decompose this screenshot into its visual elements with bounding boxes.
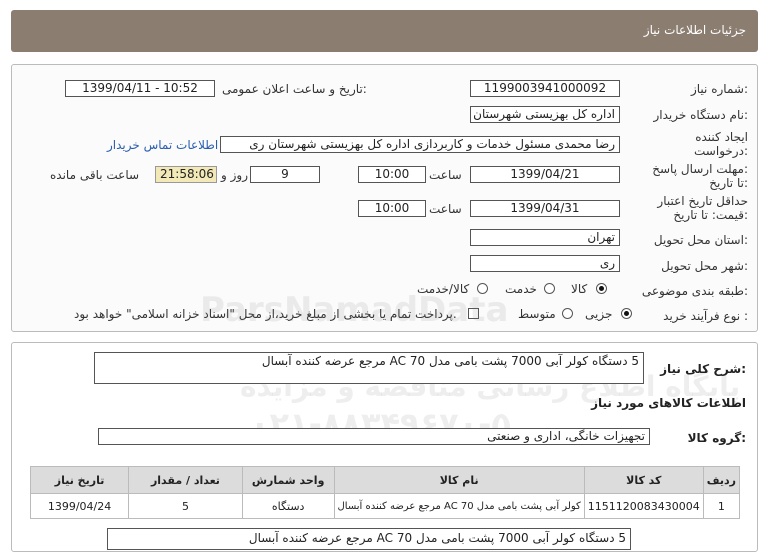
cell-qty: 5 <box>128 493 243 519</box>
col-code-header: کد کالا <box>583 466 704 494</box>
city-label: شهر محل تحویل: <box>661 259 748 273</box>
validity-date-field: 1399/04/31 <box>470 200 620 217</box>
category-goods-label: کالا <box>571 282 588 296</box>
process-medium-radio[interactable] <box>562 308 573 319</box>
goods-group-field: تجهیزات خانگی، اداری و صنعتی <box>98 428 650 445</box>
items-table: ردیف کد کالا نام کالا واحد شمارش تعداد /… <box>29 466 741 519</box>
col-qty-header: تعداد / مقدار <box>128 466 243 494</box>
reply-time-label: ساعت <box>429 168 462 182</box>
province-field: تهران <box>470 229 620 246</box>
process-label: نوع فرآیند خرید : <box>663 309 748 323</box>
page-header: جزئیات اطلاعات نیاز <box>11 10 758 52</box>
col-name-header: نام کالا <box>333 466 585 494</box>
creator-field: رضا محمدی مسئول خدمات و کاربردازی اداره … <box>220 136 620 153</box>
announce-label: تاریخ و ساعت اعلان عمومی: <box>222 82 367 96</box>
description-field: 5 دستگاه کولر آبی 7000 پشت بامی مدل AC 7… <box>94 352 644 384</box>
category-service-radio[interactable] <box>544 283 555 294</box>
category-goods-radio[interactable] <box>596 283 607 294</box>
category-label: طبقه بندی موضوعی: <box>641 284 748 298</box>
col-date-header: تاریخ نیاز <box>29 466 130 494</box>
need-number-label: شماره نیاز: <box>690 82 748 96</box>
process-partial-label: جزیی <box>585 307 613 321</box>
remaining-time-display: 21:58:06 <box>155 166 217 183</box>
remaining-time-label: ساعت باقی مانده <box>50 168 140 182</box>
reply-date-field: 1399/04/21 <box>470 166 620 183</box>
items-section-title: اطلاعات کالاهای مورد نیاز <box>591 396 746 410</box>
page-title: جزئیات اطلاعات نیاز <box>643 23 746 37</box>
validity-label-line2: قیمت: تا تاریخ: <box>673 208 748 222</box>
announce-field: 1399/04/11 - 10:52 <box>65 80 215 97</box>
cell-row: 1 <box>702 493 741 519</box>
buyer-contact-link[interactable]: اطلاعات تماس خریدار <box>107 138 218 152</box>
reply-deadline-label-line2: تا تاریخ: <box>709 176 748 190</box>
validity-label-line1: حداقل تاریخ اعتبار <box>657 194 748 208</box>
col-unit-header: واحد شمارش <box>241 466 335 494</box>
bottom-description-field: 5 دستگاه کولر آبی 7000 پشت بامی مدل AC 7… <box>107 528 631 550</box>
days-label: روز و <box>221 168 248 182</box>
reply-time-field: 10:00 <box>358 166 426 183</box>
need-number-field: 1199003941000092 <box>470 80 620 97</box>
days-remaining-field: 9 <box>250 166 320 183</box>
process-partial-radio[interactable] <box>621 308 632 319</box>
category-service-label: خدمت <box>505 282 537 296</box>
items-table-header-row: ردیف کد کالا نام کالا واحد شمارش تعداد /… <box>29 466 741 494</box>
city-field: ری <box>470 255 620 272</box>
process-medium-label: متوسط <box>518 307 556 321</box>
creator-label-line2: درخواست: <box>694 144 748 158</box>
goods-group-label-text: گروه کالا: <box>687 431 746 445</box>
cell-unit: دستگاه <box>241 493 335 519</box>
validity-time-label: ساعت <box>429 202 462 216</box>
validity-time-field: 10:00 <box>358 200 426 217</box>
table-row: 1 1151120083430004 کولر آبی پشت بامی مدل… <box>29 493 741 519</box>
reply-deadline-label-line1: مهلت ارسال پاسخ: <box>652 162 748 176</box>
description-label: شرح کلی نیاز: <box>660 362 746 376</box>
buyer-org-label: نام دستگاه خریدار: <box>653 108 749 122</box>
buyer-org-field: اداره کل بهزیستی شهرستان ری <box>470 106 620 123</box>
watermark-brand: ParsNamadData <box>200 290 509 330</box>
cell-date: 1399/04/24 <box>29 493 130 519</box>
col-row-header: ردیف <box>702 466 741 494</box>
cell-name: کولر آبی پشت بامی مدل AC 70 مرجع عرضه کن… <box>333 493 585 519</box>
province-label: استان محل تحویل: <box>653 233 748 247</box>
creator-label-line1: ایجاد کننده <box>695 130 748 144</box>
cell-code: 1151120083430004 <box>583 493 704 519</box>
